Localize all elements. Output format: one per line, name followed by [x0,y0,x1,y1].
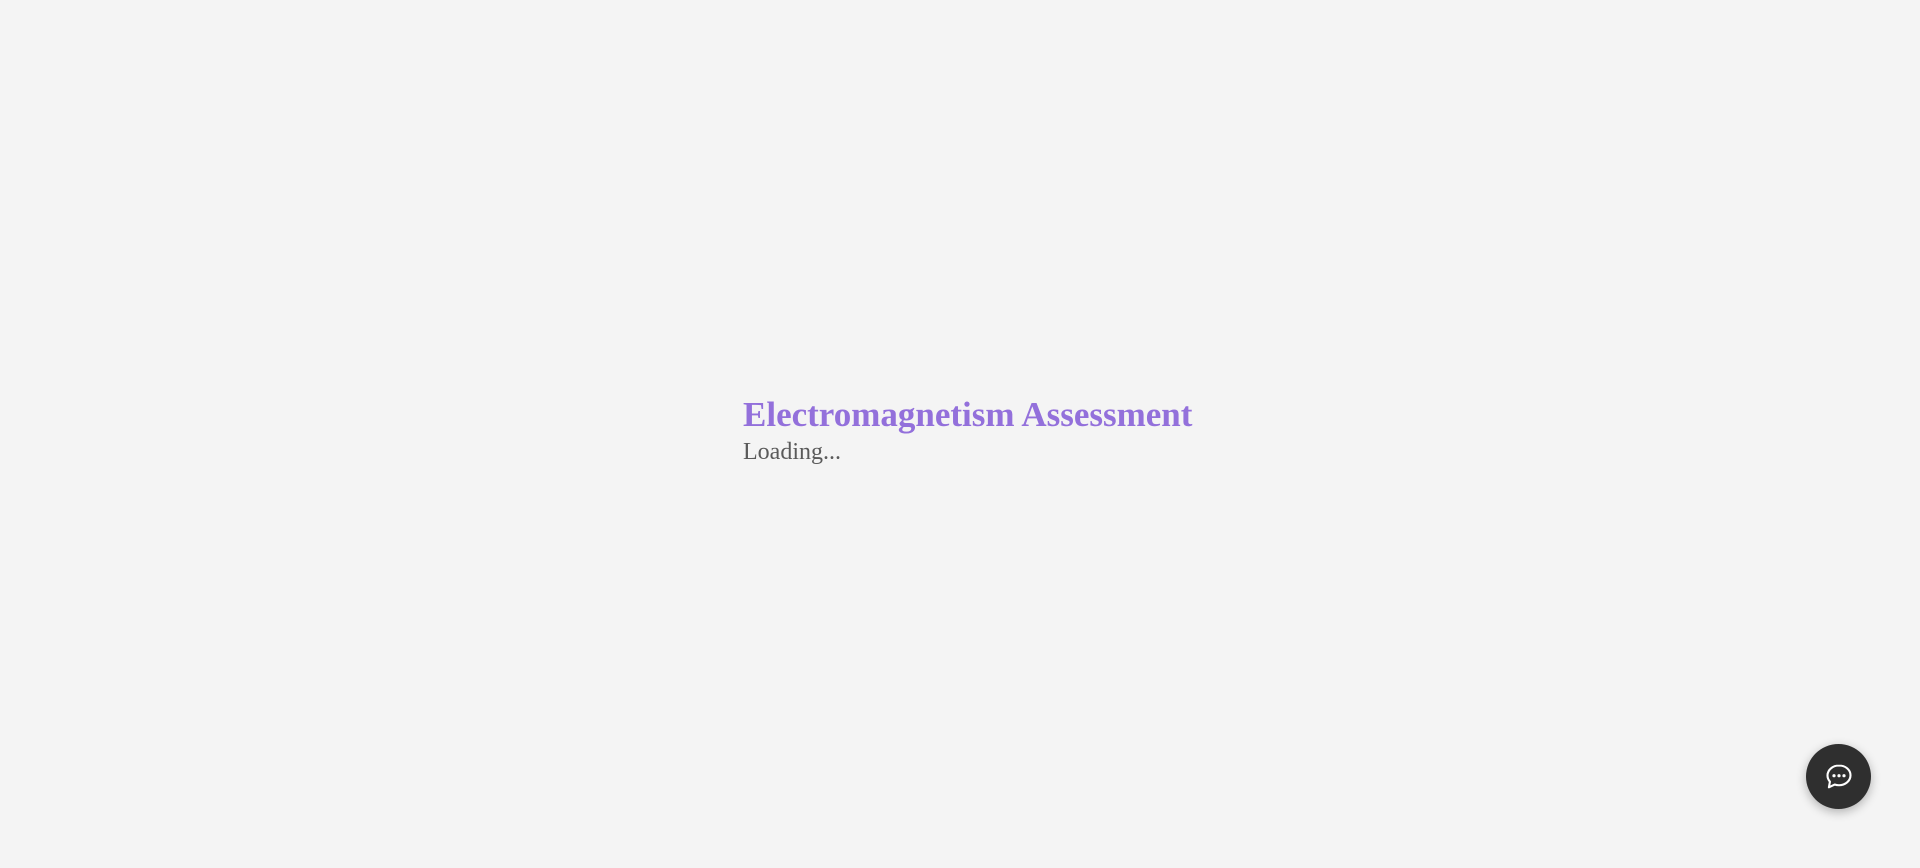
chat-launcher-button[interactable] [1806,744,1871,809]
page-title: Electromagnetism Assessment [743,395,1193,434]
app-page: Electromagnetism Assessment Loading... [0,0,1920,868]
loading-status-text: Loading... [743,439,841,465]
loading-panel: Electromagnetism Assessment Loading... [743,393,1203,467]
chat-bubble-icon [1825,763,1852,788]
